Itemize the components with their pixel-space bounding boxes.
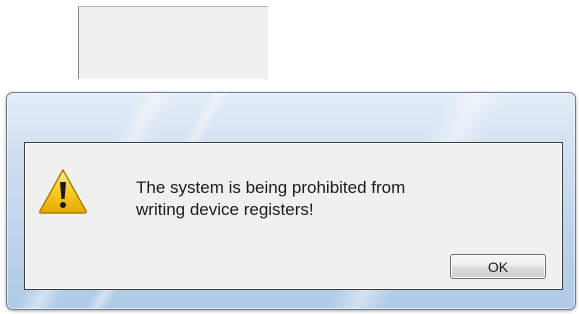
message-line: writing device registers!	[136, 200, 314, 219]
background-window-panel	[78, 6, 268, 79]
message-line: The system is being prohibited from	[136, 178, 406, 197]
ok-button[interactable]: OK	[450, 254, 546, 279]
dialog-message: The system is being prohibited from writ…	[136, 177, 405, 221]
warning-icon	[39, 169, 87, 214]
